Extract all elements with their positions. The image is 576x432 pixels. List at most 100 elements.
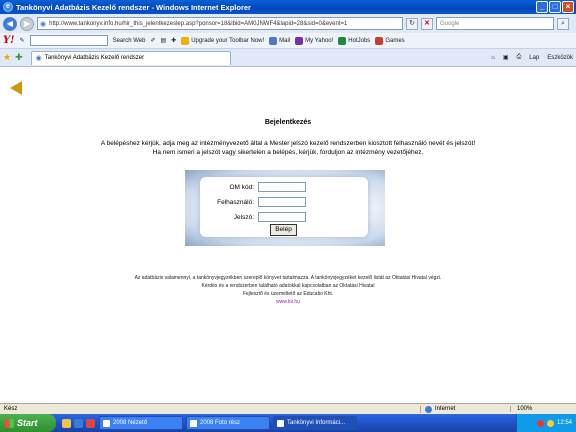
password-input[interactable] xyxy=(258,212,306,222)
footer-line-1: Az adatbázis valamennyi, a tankönyvjegyz… xyxy=(134,275,442,281)
pages-icon[interactable]: ▤ xyxy=(161,37,167,44)
window-titlebar: e Tankönyvi Adatbázis Kezelő rendszer - … xyxy=(0,0,576,14)
username-input[interactable] xyxy=(258,197,306,207)
ie-quicklaunch-icon[interactable] xyxy=(74,418,83,428)
tab-row: ★ ✚ ◉ Tankönyvi Adatbázis Kezelő rendsze… xyxy=(0,49,576,67)
page-icon: ◉ xyxy=(40,20,47,28)
tools-menu[interactable]: Eszközök xyxy=(547,55,573,61)
task-label: 2008 Nézető xyxy=(113,420,148,426)
password-label: Jelszó: xyxy=(233,213,254,221)
security-zone: Internet xyxy=(420,405,510,413)
home-icon[interactable]: ⌂ xyxy=(491,55,495,61)
taskbar-item-2[interactable]: 2008 Foto rész xyxy=(186,416,270,430)
task-label: 2008 Foto rész xyxy=(200,420,241,426)
search-icon[interactable]: ⌕ xyxy=(557,17,569,30)
start-label: Start xyxy=(17,418,38,428)
instruction-line-1: A belépéshez kérjük, adja meg az intézmé… xyxy=(100,140,476,147)
login-button[interactable]: Belép xyxy=(270,224,297,236)
user-row: Felhasználó: xyxy=(200,197,360,207)
app-icon xyxy=(103,419,110,427)
upgrade-toolbar-link[interactable]: Upgrade your Toolbar Now! xyxy=(181,36,265,45)
my-yahoo-icon xyxy=(295,36,304,45)
system-tray: 12:54 xyxy=(516,414,576,432)
warning-icon xyxy=(181,36,190,45)
search-web-button[interactable]: Search Web xyxy=(113,38,146,44)
add-favorite-icon[interactable]: ✚ xyxy=(15,52,23,63)
zone-label: Internet xyxy=(435,406,456,412)
highlight-icon[interactable]: ✐ xyxy=(150,37,155,44)
search-input[interactable]: Google xyxy=(436,17,554,30)
refresh-icon[interactable]: ↻ xyxy=(406,17,418,30)
taskbar: Start 2008 Nézető 2008 Foto rész Tanköny… xyxy=(0,414,576,432)
window-controls: _ □ × xyxy=(536,1,574,13)
url-text: http://www.tankonyv.info.hu/hir_this_jel… xyxy=(49,20,348,27)
folder-icon[interactable] xyxy=(62,418,71,428)
games-icon xyxy=(375,36,384,45)
shield-icon[interactable]: ✚ xyxy=(171,37,176,44)
hotjobs-icon xyxy=(338,36,347,45)
ie-icon: e xyxy=(3,2,13,12)
media-icon[interactable] xyxy=(86,418,95,428)
tray-icon[interactable] xyxy=(546,419,554,427)
my-yahoo-button[interactable]: My Yahoo! xyxy=(295,36,334,45)
om-row: OM kód: xyxy=(200,182,360,192)
user-label: Felhasználó: xyxy=(217,198,254,206)
page-footer: Az adatbázis valamennyi, a tankönyvjegyz… xyxy=(0,274,576,306)
window-title: Tankönyvi Adatbázis Kezelő rendszer - Wi… xyxy=(16,2,251,12)
command-bar: ⌂ ▣ ⎙ Lap Eszközök xyxy=(491,54,573,61)
tray-icon[interactable] xyxy=(536,419,544,427)
instructions: A belépéshez kérjük, adja meg az intézmé… xyxy=(0,139,576,157)
upgrade-label: Upgrade your Toolbar Now! xyxy=(191,37,265,44)
back-button[interactable]: ◀ xyxy=(3,16,17,31)
page-menu[interactable]: Lap xyxy=(529,55,539,61)
status-text: Kész xyxy=(4,406,18,412)
tab-active[interactable]: ◉ Tankönyvi Adatbázis Kezelő rendszer xyxy=(30,50,231,65)
taskbar-item-1[interactable]: 2008 Nézető xyxy=(99,416,183,430)
app-icon xyxy=(190,419,197,427)
address-bar-row: ◀ ▶ ◉ http://www.tankonyv.info.hu/hir_th… xyxy=(0,14,576,33)
feeds-icon[interactable]: ▣ xyxy=(503,54,509,61)
mail-label: Mail xyxy=(279,37,291,44)
windows-logo-icon xyxy=(5,418,14,428)
back-arrow-icon[interactable] xyxy=(10,81,22,95)
zoom-control[interactable]: 100% xyxy=(510,406,532,412)
stop-icon[interactable]: ✕ xyxy=(421,17,433,30)
yahoo-logo[interactable]: Y! xyxy=(3,35,15,46)
status-bar: Kész Internet 100% xyxy=(0,403,576,414)
yahoo-toolbar: Y! ✎ Search Web ✐ ▤ ✚ Upgrade your Toolb… xyxy=(0,33,576,49)
address-input[interactable]: ◉ http://www.tankonyv.info.hu/hir_this_j… xyxy=(37,17,403,30)
om-label: OM kód: xyxy=(229,183,254,191)
page-content: Bejelentkezés A belépéshez kérjük, adja … xyxy=(0,67,576,403)
page-title: Bejelentkezés xyxy=(264,119,312,126)
mail-icon xyxy=(269,36,278,45)
footer-line-3: Fejlesztő és üzemeltető az Educatio Kht. xyxy=(242,291,334,297)
forward-button[interactable]: ▶ xyxy=(20,16,34,31)
tab-label: Tankönyvi Adatbázis Kezelő rendszer xyxy=(44,55,145,61)
ie-task-icon xyxy=(277,419,284,427)
start-button[interactable]: Start xyxy=(0,414,56,432)
task-label: Tankönyvi Informáci... xyxy=(287,420,346,426)
print-icon[interactable]: ⎙ xyxy=(516,54,521,61)
games-button[interactable]: Games xyxy=(375,36,405,45)
hotjobs-button[interactable]: HotJobs xyxy=(338,36,371,45)
quick-launch xyxy=(62,418,95,428)
footer-line-2: Kérdés és a rendszerben található adatok… xyxy=(201,283,375,289)
om-code-input[interactable] xyxy=(258,182,306,192)
tab-page-icon: ◉ xyxy=(35,55,42,62)
pencil-icon[interactable]: ✎ xyxy=(20,37,25,44)
globe-icon xyxy=(425,405,432,413)
clock: 12:54 xyxy=(556,420,572,426)
maximize-button[interactable]: □ xyxy=(549,1,561,13)
password-row: Jelszó: xyxy=(200,212,360,222)
instruction-line-2: Ha nem ismeri a jelszót vagy sikertelen … xyxy=(152,149,424,156)
close-button[interactable]: × xyxy=(562,1,574,13)
mail-button[interactable]: Mail xyxy=(269,36,291,45)
yahoo-search-input[interactable] xyxy=(29,35,108,46)
taskbar-item-3[interactable]: Tankönyvi Informáci... xyxy=(273,416,357,430)
favorites-star-icon[interactable]: ★ xyxy=(3,52,11,63)
minimize-button[interactable]: _ xyxy=(536,1,548,13)
login-form: OM kód: Felhasználó: Jelszó: Belép xyxy=(200,177,368,237)
kir-link[interactable]: www.kir.hu xyxy=(0,298,576,306)
my-yahoo-label: My Yahoo! xyxy=(305,37,334,44)
hotjobs-label: HotJobs xyxy=(348,37,371,44)
